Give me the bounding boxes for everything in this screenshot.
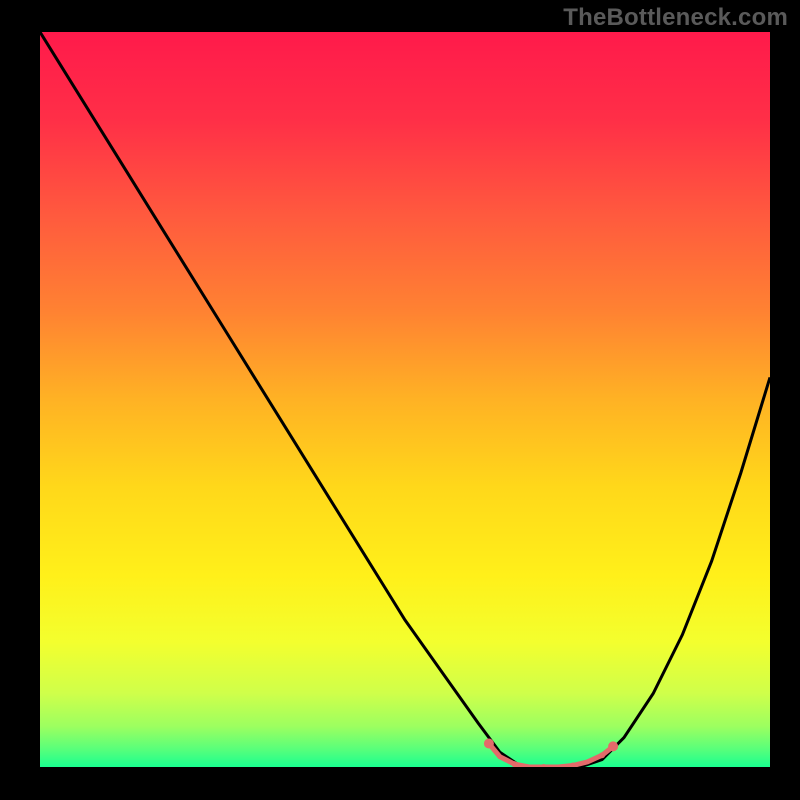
gradient-background	[40, 32, 770, 767]
bottleneck-chart	[0, 0, 800, 800]
watermark-text: TheBottleneck.com	[563, 4, 788, 32]
chart-container: { "watermark": "TheBottleneck.com", "cha…	[0, 0, 800, 800]
